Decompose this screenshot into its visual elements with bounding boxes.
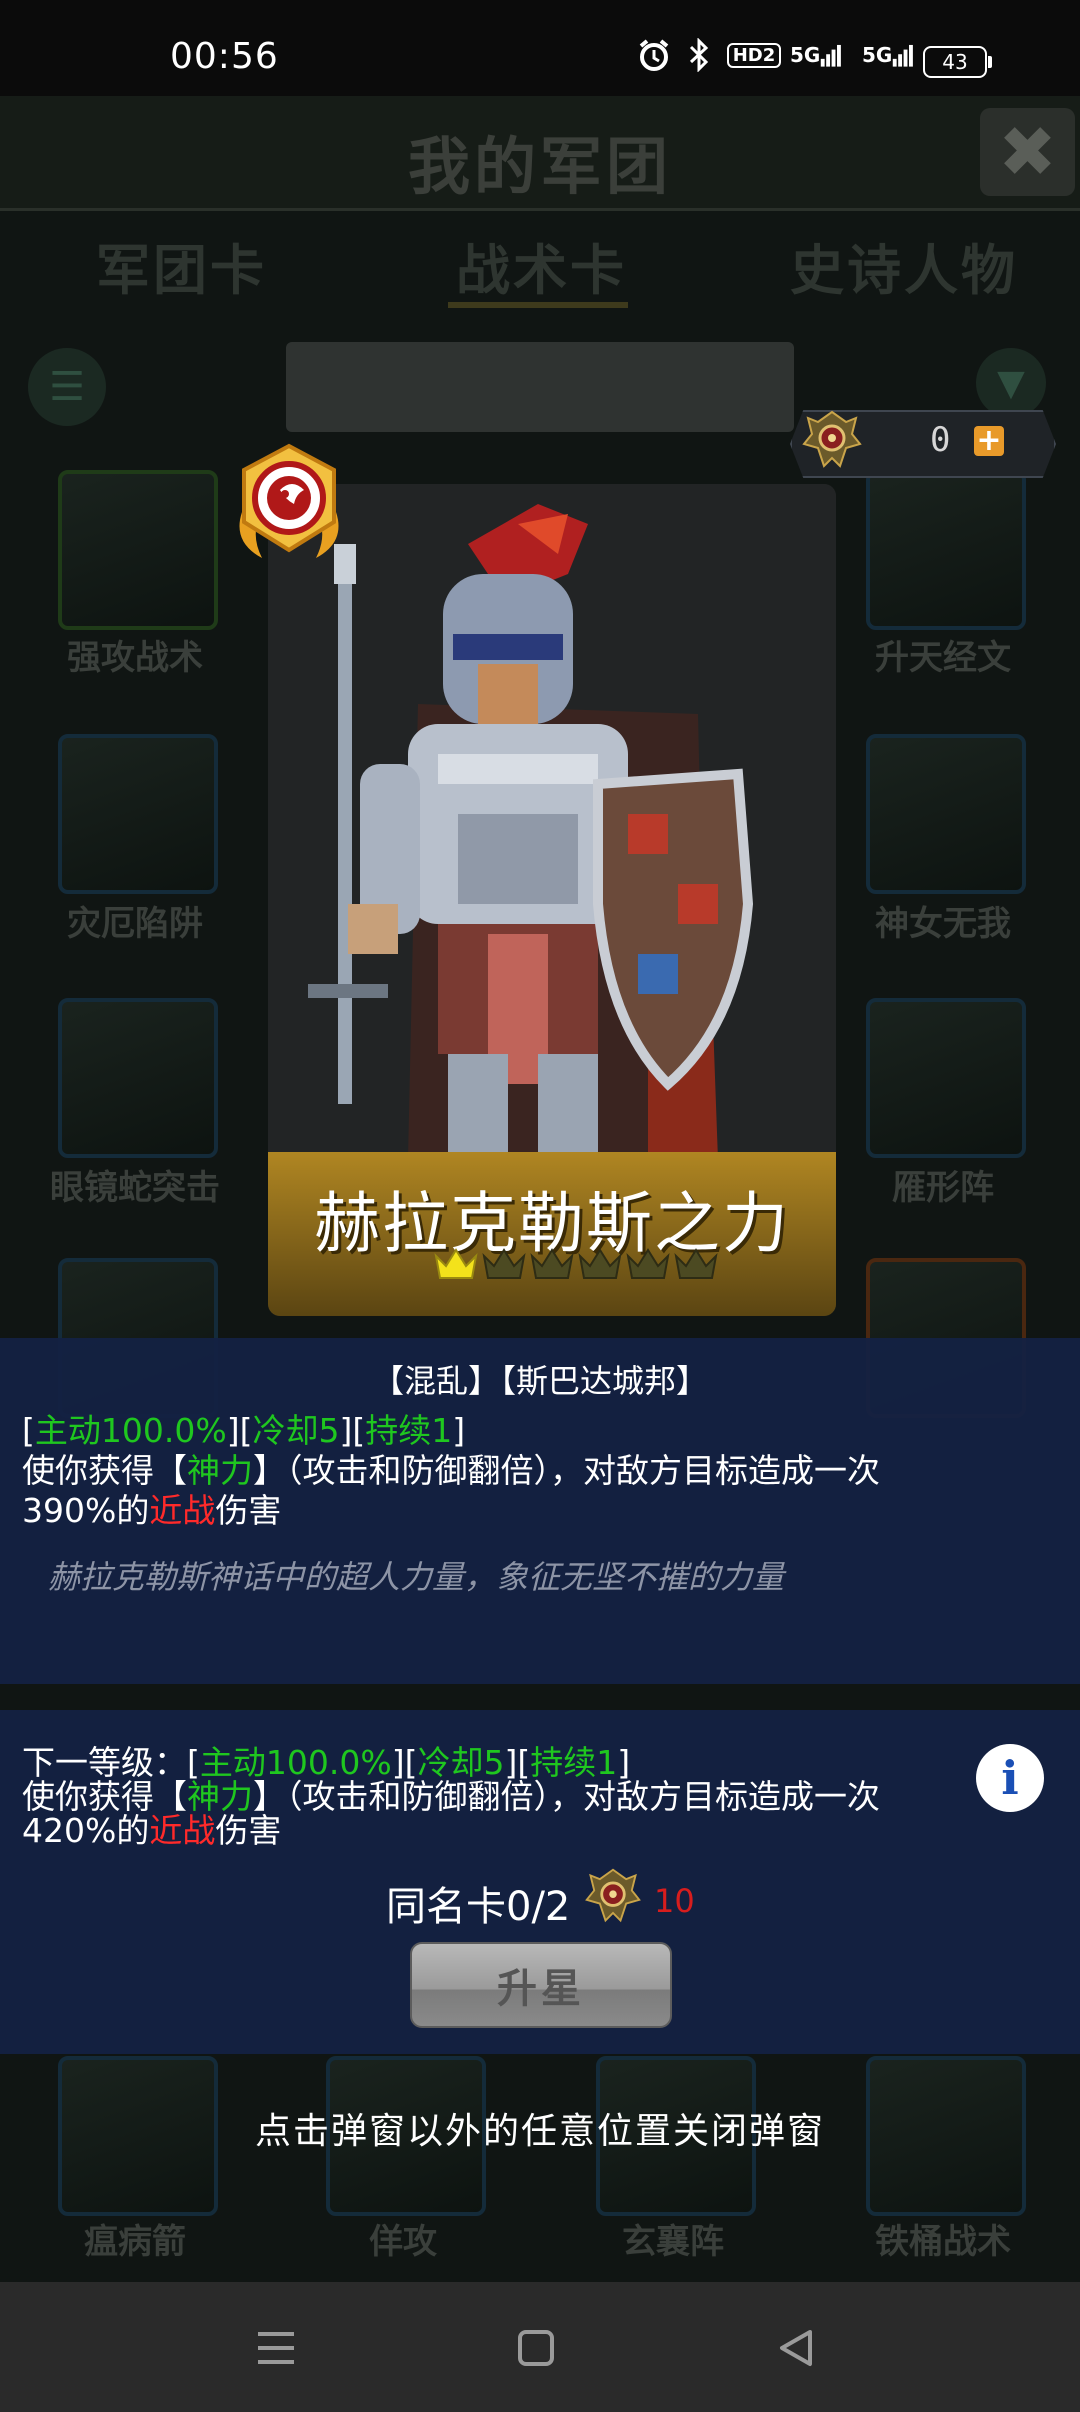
bluetooth-icon [684, 38, 714, 72]
rank-eagle-badge-icon [222, 442, 356, 566]
status-bar: 00:56 HD2 5G 5G 43 [0, 0, 1080, 96]
filter-icon[interactable]: ▼ [976, 348, 1046, 418]
crown-empty-icon [578, 1248, 622, 1279]
crown-filled-icon [434, 1248, 478, 1279]
tab-epic-characters[interactable]: 史诗人物 [790, 226, 1018, 305]
star-rating [432, 1244, 720, 1284]
plus-icon: + [976, 423, 1002, 458]
crown-empty-icon [674, 1248, 718, 1279]
tactic-card[interactable] [866, 470, 1026, 630]
crown-empty-icon [482, 1248, 526, 1279]
card-tags: 【混乱】【斯巴达城邦】 [371, 1362, 708, 1400]
info-button[interactable]: i [976, 1744, 1044, 1812]
page-title: 我的军团 [407, 130, 672, 203]
skill-damage-line: 390%的近战伤害 [22, 1491, 282, 1530]
emblem-icon [800, 408, 864, 474]
tactic-card-detail: 赫拉克勒斯之力 [268, 484, 836, 1316]
list-icon[interactable]: ☰ [28, 348, 106, 426]
tactic-card-label: 灾厄陷阱 [67, 904, 203, 944]
menu-icon[interactable] [246, 2318, 306, 2378]
home-icon[interactable] [506, 2318, 566, 2378]
tactic-card[interactable] [866, 734, 1026, 894]
active-tab-indicator [448, 302, 628, 308]
search-input[interactable] [286, 342, 794, 432]
tactic-card-label: 升天经文 [875, 638, 1011, 678]
back-icon[interactable] [766, 2318, 826, 2378]
tactic-card-label: 铁桶战术 [875, 2222, 1011, 2262]
tactic-card-label: 玄襄阵 [622, 2222, 724, 2262]
tactic-card-label: 强攻战术 [67, 638, 203, 678]
tactic-card-label: 佯攻 [369, 2222, 437, 2262]
next-level-damage-line: 420%的近战伤害 [22, 1811, 282, 1850]
tactic-card-label: 瘟病箭 [84, 2222, 186, 2262]
close-icon: ✖ [998, 111, 1057, 193]
signal-icon: 5G [790, 38, 842, 72]
tactic-card-label: 神女无我 [875, 904, 1011, 944]
system-nav-bar [0, 2282, 1080, 2412]
status-time: 00:56 [170, 36, 279, 77]
tab-legion-cards[interactable]: 军团卡 [96, 226, 267, 305]
tab-tactic-cards[interactable]: 战术卡 [456, 226, 627, 305]
tactic-card-label: 雁形阵 [892, 1168, 994, 1208]
tactic-card[interactable] [58, 470, 218, 630]
battery-icon: 43 [923, 46, 992, 78]
crown-empty-icon [530, 1248, 574, 1279]
upgrade-star-button[interactable]: 升星 [410, 1942, 672, 2028]
same-card-count: 同名卡0/2 [386, 1884, 571, 1930]
emblem-icon [582, 1866, 644, 1928]
header-bar: 我的军团 ✖ [0, 96, 1080, 211]
crown-empty-icon [626, 1248, 670, 1279]
tactic-card[interactable] [58, 998, 218, 1158]
damage-type: 近战 [149, 1491, 216, 1530]
hd-voice-icon: HD2 [726, 38, 782, 72]
tactic-card[interactable] [866, 998, 1026, 1158]
upgrade-cost: 10 [654, 1882, 695, 1920]
close-hint[interactable]: 点击弹窗以外的任意位置关闭弹窗 [0, 2102, 1080, 2154]
tactic-card-label: 眼镜蛇突击 [50, 1168, 220, 1208]
currency-value: 0 [930, 420, 951, 460]
tactic-card[interactable] [58, 734, 218, 894]
info-icon: i [1001, 1751, 1019, 1805]
alarm-icon [636, 38, 672, 72]
knight-illustration [268, 484, 836, 1160]
close-button[interactable]: ✖ [980, 108, 1075, 196]
flavor-text: 赫拉克勒斯神话中的超人力量，象征无坚不摧的力量 [48, 1558, 785, 1596]
add-currency-button[interactable]: + [974, 426, 1004, 456]
signal-icon: 5G [862, 38, 914, 72]
